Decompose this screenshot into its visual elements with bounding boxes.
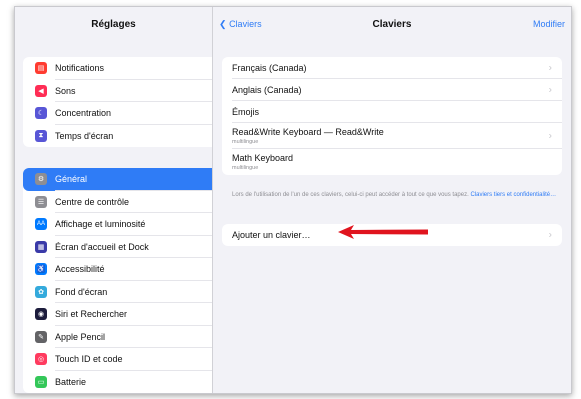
edit-button[interactable]: Modifier bbox=[533, 19, 565, 29]
sidebar-item-label: Temps d'écran bbox=[55, 130, 114, 141]
sidebar-item-label: Fond d'écran bbox=[55, 286, 108, 297]
sidebar-item-label: Notifications bbox=[55, 63, 105, 74]
wallpaper-icon: ✿ bbox=[35, 285, 47, 298]
sound-icon: ◀ bbox=[35, 84, 47, 97]
sidebar-item-label: Accessibilité bbox=[55, 264, 105, 275]
pencil-icon: ✎ bbox=[35, 330, 47, 343]
keyboard-sublabel: multilingue bbox=[232, 139, 259, 145]
keyboards-list: Français (Canada) › Anglais (Canada) › É… bbox=[222, 57, 562, 175]
sidebar-item-label: Siri et Rechercher bbox=[55, 309, 128, 320]
sidebar-item-label: Concentration bbox=[55, 108, 112, 119]
touch-id-icon: ◎ bbox=[35, 353, 47, 366]
sidebar-item-label: Sons bbox=[55, 85, 76, 96]
sidebar-item-label: Batterie bbox=[55, 376, 87, 387]
battery-icon: ▭ bbox=[35, 375, 47, 388]
sidebar-item-accessibility[interactable]: ♿ Accessibilité bbox=[23, 258, 212, 281]
sidebar-item-home-screen[interactable]: ▦ Écran d'accueil et Dock bbox=[23, 236, 212, 259]
sidebar-group-1: ▤ Notifications ◀ Sons ☾ Concentration ⧗… bbox=[23, 57, 212, 147]
gear-icon: ⚙ bbox=[35, 173, 47, 186]
third-party-privacy-link[interactable]: Claviers tiers et confidentialité… bbox=[470, 192, 556, 198]
sidebar-item-label: Touch ID et code bbox=[55, 354, 123, 365]
sidebar-item-label: Apple Pencil bbox=[55, 331, 106, 342]
sidebar-item-concentration[interactable]: ☾ Concentration bbox=[23, 102, 212, 125]
keyboard-label: Français (Canada) bbox=[232, 63, 307, 73]
sidebar-item-label: Général bbox=[55, 174, 88, 185]
sidebar-item-control-center[interactable]: ☰ Centre de contrôle bbox=[23, 191, 212, 214]
sidebar-title: Réglages bbox=[91, 19, 136, 30]
footnote-text: Lors de l'utilisation de l'un de ces cla… bbox=[232, 192, 471, 198]
sidebar-item-battery[interactable]: ▭ Batterie bbox=[23, 371, 212, 394]
chevron-right-icon: › bbox=[548, 62, 552, 74]
sidebar-item-display[interactable]: AA Affichage et luminosité bbox=[23, 213, 212, 236]
notifications-icon: ▤ bbox=[35, 62, 47, 75]
keyboard-label: Math Keyboard bbox=[232, 153, 294, 163]
sidebar-item-screen-time[interactable]: ⧗ Temps d'écran bbox=[23, 125, 212, 148]
sidebar-item-notifications[interactable]: ▤ Notifications bbox=[23, 57, 212, 80]
sidebar-item-sons[interactable]: ◀ Sons bbox=[23, 80, 212, 103]
keyboard-label: Read&Write Keyboard — Read&Write bbox=[232, 127, 384, 137]
display-icon: AA bbox=[35, 218, 47, 231]
siri-icon: ◉ bbox=[35, 308, 47, 321]
sidebar-item-apple-pencil[interactable]: ✎ Apple Pencil bbox=[23, 326, 212, 349]
chevron-right-icon: › bbox=[548, 84, 552, 96]
red-arrow-annotation-icon bbox=[338, 225, 428, 239]
settings-window: Réglages ▤ Notifications ◀ Sons ☾ Concen… bbox=[14, 6, 572, 394]
hourglass-icon: ⧗ bbox=[35, 129, 47, 142]
accessibility-icon: ♿ bbox=[35, 263, 47, 276]
keyboard-row-math[interactable]: Math Keyboard multilingue bbox=[222, 149, 562, 175]
keyboard-label: Anglais (Canada) bbox=[232, 85, 302, 95]
keyboard-sublabel: multilingue bbox=[232, 165, 259, 171]
moon-icon: ☾ bbox=[35, 107, 47, 120]
detail-pane: ❮ Claviers Claviers Modifier Français (C… bbox=[213, 7, 571, 393]
sidebar-item-touch-id[interactable]: ◎ Touch ID et code bbox=[23, 348, 212, 371]
chevron-right-icon: › bbox=[548, 229, 552, 241]
sidebar-group-2: ⚙ Général ☰ Centre de contrôle AA Affich… bbox=[23, 168, 212, 393]
privacy-footnote: Lors de l'utilisation de l'un de ces cla… bbox=[232, 191, 559, 199]
sidebar-item-label: Écran d'accueil et Dock bbox=[55, 241, 149, 252]
keyboard-row-read-write[interactable]: Read&Write Keyboard — Read&Write multili… bbox=[222, 123, 562, 149]
keyboard-row-emojis[interactable]: Émojis bbox=[222, 101, 562, 123]
sidebar: Réglages ▤ Notifications ◀ Sons ☾ Concen… bbox=[15, 7, 213, 393]
add-keyboard-label: Ajouter un clavier… bbox=[232, 230, 311, 240]
sidebar-item-label: Affichage et luminosité bbox=[55, 219, 146, 230]
keyboard-label: Émojis bbox=[232, 107, 260, 117]
page-title: Claviers bbox=[372, 19, 412, 30]
sidebar-item-general[interactable]: ⚙ Général bbox=[23, 168, 212, 191]
sidebar-item-siri[interactable]: ◉ Siri et Rechercher bbox=[23, 303, 212, 326]
home-screen-icon: ▦ bbox=[35, 240, 47, 253]
sidebar-item-label: Centre de contrôle bbox=[55, 196, 130, 207]
keyboard-row-anglais-canada[interactable]: Anglais (Canada) › bbox=[222, 79, 562, 101]
chevron-right-icon: › bbox=[548, 130, 552, 142]
sidebar-item-wallpaper[interactable]: ✿ Fond d'écran bbox=[23, 281, 212, 304]
control-center-icon: ☰ bbox=[35, 195, 47, 208]
keyboard-row-francais-canada[interactable]: Français (Canada) › bbox=[222, 57, 562, 79]
